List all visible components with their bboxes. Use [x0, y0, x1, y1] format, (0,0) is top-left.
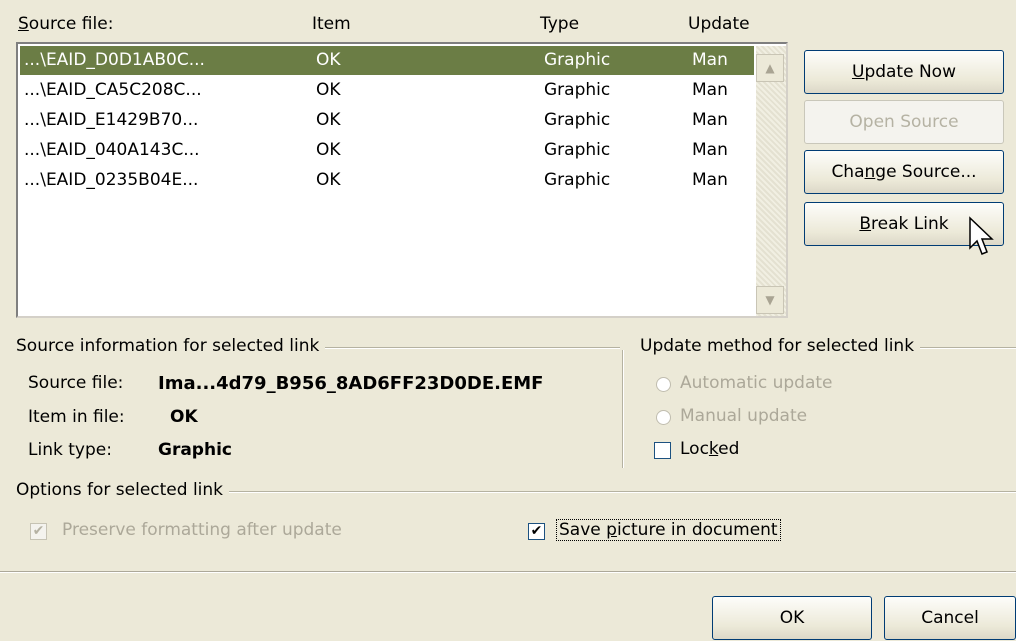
link-type-label: Link type:	[28, 440, 112, 460]
link-update: Man	[692, 50, 728, 70]
checkmark-icon: ✔	[32, 523, 45, 539]
link-update: Man	[692, 140, 728, 160]
source-info-group-label: Source information for selected link	[16, 336, 326, 356]
links-list[interactable]: ...\EAID_D0D1AB0C... OK Graphic Man ...\…	[16, 42, 788, 318]
update-now-button[interactable]: Update Now	[804, 50, 1004, 94]
link-item: OK	[316, 50, 341, 70]
link-row[interactable]: ...\EAID_040A143C... OK Graphic Man	[20, 136, 754, 165]
cancel-button[interactable]: Cancel	[884, 596, 1016, 640]
link-source: ...\EAID_0235B04E...	[24, 170, 199, 190]
link-item: OK	[316, 170, 341, 190]
column-header-source: Source file:	[18, 14, 114, 34]
arrow-up-icon: ▲	[765, 61, 775, 75]
link-update: Man	[692, 170, 728, 190]
column-header-type: Type	[540, 14, 580, 34]
link-type-value: Graphic	[158, 440, 232, 460]
open-source-button[interactable]: Open Source	[804, 100, 1004, 144]
save-picture-checkbox[interactable]: ✔	[528, 523, 545, 540]
link-source: ...\EAID_E1429B70...	[24, 110, 199, 130]
link-row[interactable]: ...\EAID_0235B04E... OK Graphic Man	[20, 166, 754, 195]
link-row[interactable]: ...\EAID_CA5C208C... OK Graphic Man	[20, 76, 754, 105]
column-header-update: Update	[688, 14, 750, 34]
column-header-item: Item	[312, 14, 351, 34]
link-item: OK	[316, 80, 341, 100]
link-source: ...\EAID_040A143C...	[24, 140, 200, 160]
source-file-value: Ima...4d79_B956_8AD6FF23D0DE.EMF	[158, 373, 544, 394]
link-source: ...\EAID_D0D1AB0C...	[24, 50, 205, 70]
link-update: Man	[692, 80, 728, 100]
link-update: Man	[692, 110, 728, 130]
link-row[interactable]: ...\EAID_D0D1AB0C... OK Graphic Man	[20, 46, 754, 75]
link-source: ...\EAID_CA5C208C...	[24, 80, 202, 100]
source-file-label: Source file:	[28, 373, 124, 393]
locked-checkbox[interactable]	[654, 442, 671, 459]
mouse-cursor-icon	[969, 216, 994, 255]
change-source-button[interactable]: Change Source...	[804, 150, 1004, 194]
scroll-up-button[interactable]: ▲	[756, 54, 784, 82]
ok-button[interactable]: OK	[712, 596, 872, 640]
link-type: Graphic	[544, 110, 611, 130]
automatic-update-label: Automatic update	[680, 373, 833, 393]
link-type: Graphic	[544, 50, 611, 70]
options-group-label: Options for selected link	[16, 480, 230, 500]
link-item: OK	[316, 140, 341, 160]
link-type: Graphic	[544, 170, 611, 190]
automatic-update-radio[interactable]	[656, 377, 671, 392]
item-in-file-value: OK	[170, 407, 198, 427]
link-item: OK	[316, 110, 341, 130]
preserve-formatting-label: Preserve formatting after update	[62, 520, 342, 540]
group-divider	[622, 350, 624, 468]
checkmark-icon: ✔	[530, 523, 543, 539]
preserve-formatting-checkbox[interactable]: ✔	[30, 523, 47, 540]
link-row[interactable]: ...\EAID_E1429B70... OK Graphic Man	[20, 106, 754, 135]
manual-update-radio[interactable]	[656, 410, 671, 425]
link-type: Graphic	[544, 80, 611, 100]
update-method-group-label: Update method for selected link	[640, 336, 921, 356]
bottom-separator	[0, 571, 1016, 573]
link-type: Graphic	[544, 140, 611, 160]
item-in-file-label: Item in file:	[28, 407, 125, 427]
vertical-scrollbar[interactable]: ▲ ▼	[756, 46, 786, 316]
save-picture-label: Save picture in document	[556, 519, 781, 541]
arrow-down-icon: ▼	[765, 293, 775, 307]
scroll-down-button[interactable]: ▼	[756, 286, 784, 314]
manual-update-label: Manual update	[680, 406, 808, 426]
locked-label: Locked	[680, 439, 740, 459]
